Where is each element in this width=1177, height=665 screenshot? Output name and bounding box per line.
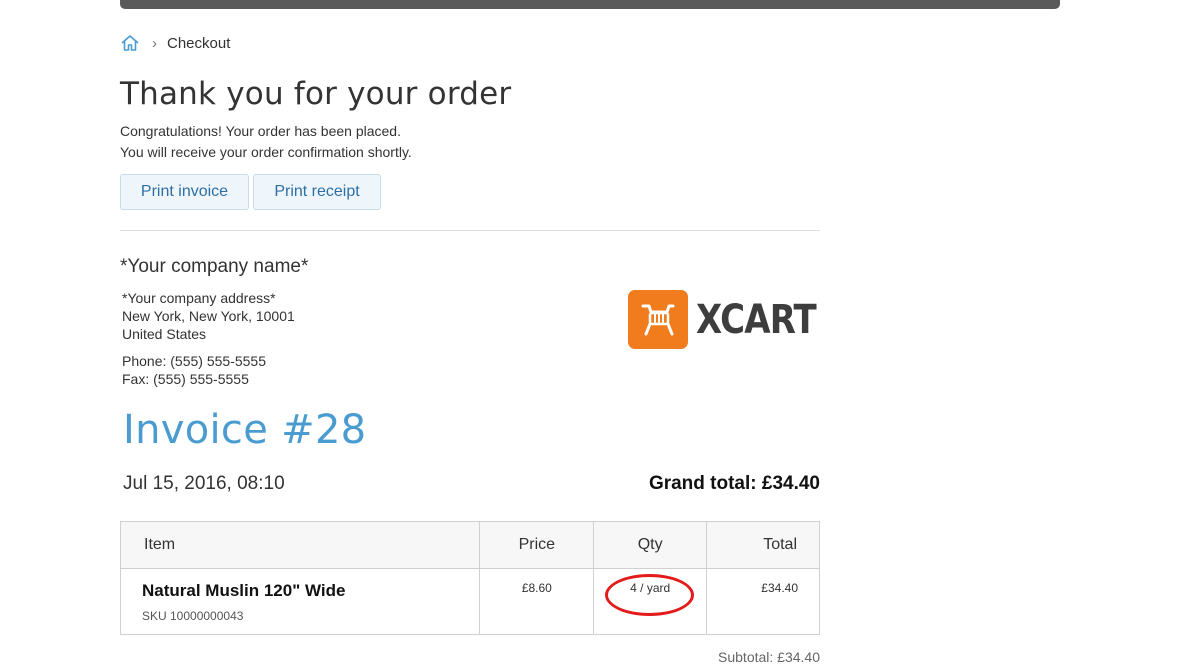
page-title: Thank you for your order xyxy=(120,76,512,112)
breadcrumb-separator: › xyxy=(152,34,157,52)
congrats-line-1: Congratulations! Your order has been pla… xyxy=(120,123,401,139)
company-country: United States xyxy=(122,326,207,342)
column-header-item: Item xyxy=(119,521,481,569)
invoice-title: Invoice #28 xyxy=(123,407,367,453)
column-header-price: Price xyxy=(479,521,595,569)
congrats-line-2: You will receive your order confirmation… xyxy=(120,144,412,160)
breadcrumb-current: Checkout xyxy=(167,34,231,52)
company-contact: Phone: (555) 555-5555 Fax: (555) 555-555… xyxy=(122,352,266,388)
company-name: *Your company name* xyxy=(120,256,309,277)
table-row: Natural Muslin 120" Wide SKU 10000000043… xyxy=(119,568,820,635)
product-name: Natural Muslin 120" Wide xyxy=(142,581,346,600)
column-header-qty: Qty xyxy=(593,521,708,569)
annotation-circle xyxy=(605,574,695,616)
print-invoice-button[interactable]: Print invoice xyxy=(120,174,249,210)
cart-icon xyxy=(628,290,688,349)
print-receipt-button[interactable]: Print receipt xyxy=(253,174,381,210)
column-header-total: Total xyxy=(706,521,820,569)
top-bar xyxy=(120,0,1060,9)
subtotal: Subtotal: £34.40 xyxy=(718,649,820,665)
breadcrumb: › Checkout xyxy=(120,33,230,53)
company-address: *Your company address* New York, New Yor… xyxy=(122,289,295,343)
home-icon[interactable] xyxy=(120,33,140,53)
qty-cell: 4 / yard xyxy=(593,568,708,635)
company-fax: Fax: (555) 555-5555 xyxy=(122,371,249,387)
company-phone: Phone: (555) 555-5555 xyxy=(122,353,266,369)
total-cell: £34.40 xyxy=(706,568,820,635)
invoice-items-table: Item Price Qty Total Natural Muslin 120"… xyxy=(119,521,820,635)
congrats-message: Congratulations! Your order has been pla… xyxy=(120,121,412,163)
grand-total: Grand total: £34.40 xyxy=(648,473,820,494)
product-sku: SKU 10000000043 xyxy=(142,609,244,623)
xcart-logo: XCART xyxy=(628,290,837,349)
item-cell: Natural Muslin 120" Wide SKU 10000000043 xyxy=(119,568,481,635)
invoice-date: Jul 15, 2016, 08:10 xyxy=(123,473,285,494)
divider xyxy=(120,230,820,231)
company-address-line: *Your company address* xyxy=(122,290,276,306)
company-city-line: New York, New York, 10001 xyxy=(122,308,295,324)
table-header-row: Item Price Qty Total xyxy=(119,521,820,569)
price-cell: £8.60 xyxy=(479,568,595,635)
logo-text: XCART xyxy=(696,296,817,343)
